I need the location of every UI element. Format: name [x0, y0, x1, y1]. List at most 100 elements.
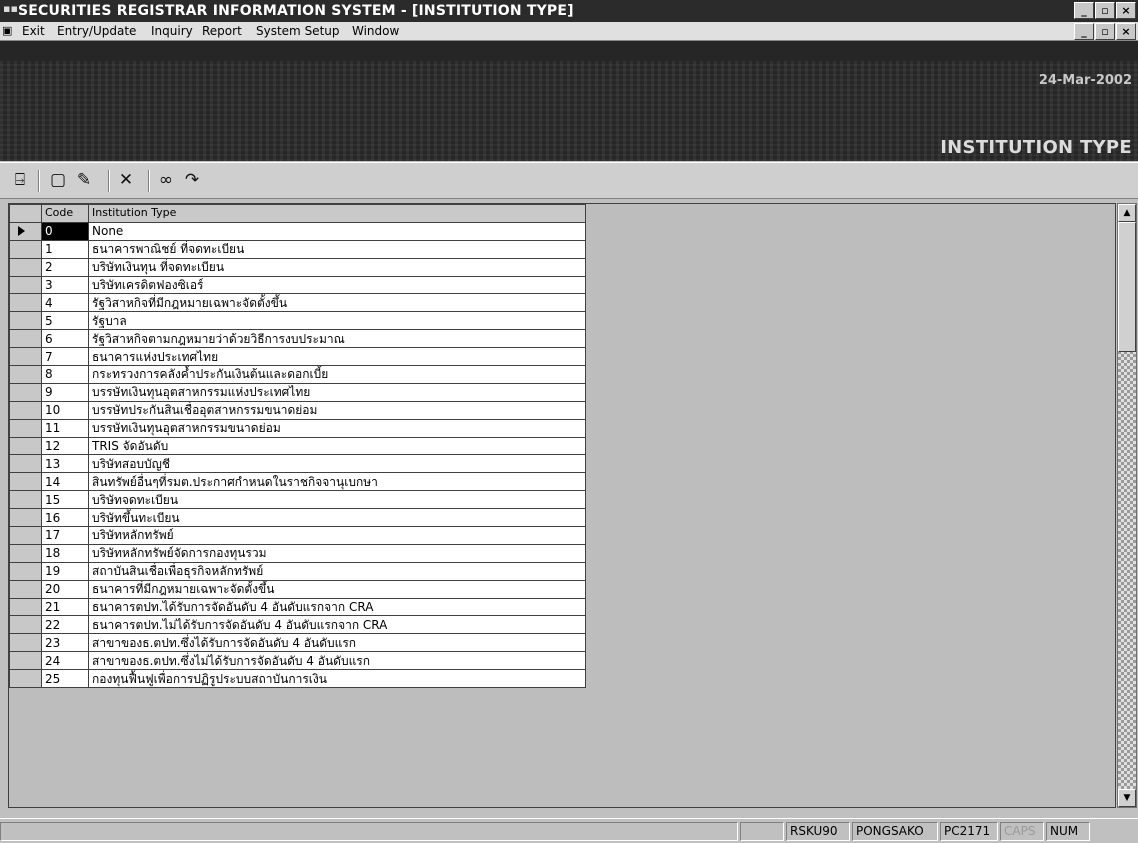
table-row[interactable]: 24 สาขาของธ.ตปท.ซึ่งไม่ได้รับการจัดอันดับ…	[9, 651, 586, 671]
delete-x-icon[interactable]: ✕	[114, 169, 138, 191]
scroll-down-icon[interactable]: ▼	[1118, 789, 1136, 807]
find-next-arrow-icon[interactable]: ↷	[180, 169, 204, 191]
institution-type-cell[interactable]: สาขาของธ.ตปท.ซึ่งไม่ได้รับการจัดอันดับ 4…	[88, 651, 586, 671]
row-indicator[interactable]	[9, 436, 42, 456]
table-row[interactable]: 15 บริษัทจดทะเบียน	[9, 490, 586, 510]
row-indicator[interactable]	[9, 400, 42, 420]
row-indicator[interactable]	[9, 454, 42, 474]
table-row[interactable]: 23 สาขาของธ.ตปท.ซึ่งได้รับการจัดอันดับ 4 …	[9, 633, 586, 653]
code-cell[interactable]: 22	[41, 615, 89, 635]
table-row[interactable]: 17 บริษัทหลักทรัพย์	[9, 526, 586, 545]
menu-system-setup[interactable]: System Setup	[256, 22, 340, 40]
code-cell[interactable]: 24	[41, 651, 89, 671]
menu-entry-update[interactable]: Entry/Update	[57, 22, 136, 40]
code-cell[interactable]: 18	[41, 543, 89, 563]
table-row[interactable]: 10 บรรษัทประกันสินเชื่ออุตสาหกรรมขนาดย่อม	[9, 400, 586, 420]
institution-type-cell[interactable]: กองทุนฟื้นฟูเพื่อการปฏิรูประบบสถาบันการเ…	[88, 669, 586, 689]
institution-type-cell[interactable]: บริษัทจดทะเบียน	[88, 490, 586, 510]
institution-type-cell[interactable]: ธนาคารพาณิชย์ ที่จดทะเบียน	[88, 239, 586, 259]
row-indicator[interactable]	[9, 633, 42, 653]
code-cell[interactable]: 4	[41, 293, 89, 313]
row-indicator[interactable]	[9, 490, 42, 510]
row-indicator[interactable]	[9, 669, 42, 689]
code-cell[interactable]: 6	[41, 329, 89, 349]
table-row[interactable]: 3 บริษัทเครดิตฟองซิเอร์	[9, 275, 586, 295]
row-indicator[interactable]	[9, 311, 42, 331]
institution-type-cell[interactable]: สินทรัพย์อื่นๆที่รมต.ประกาศกำหนดในราชกิจ…	[88, 472, 586, 492]
code-cell[interactable]: 23	[41, 633, 89, 653]
row-indicator[interactable]	[9, 382, 42, 402]
institution-type-cell[interactable]: บริษัทสอบบัญชี	[88, 454, 586, 474]
institution-type-cell[interactable]: None	[88, 221, 586, 241]
table-row[interactable]: 14 สินทรัพย์อื่นๆที่รมต.ประกาศกำหนดในราชก…	[9, 472, 586, 492]
institution-type-cell[interactable]: ธนาคารตปท.ได้รับการจัดอันดับ 4 อันดับแรก…	[88, 597, 586, 617]
row-indicator[interactable]	[9, 526, 42, 545]
table-row[interactable]: 1 ธนาคารพาณิชย์ ที่จดทะเบียน	[9, 239, 586, 259]
code-cell[interactable]: 17	[41, 526, 89, 545]
institution-type-cell[interactable]: สถาบันสินเชื่อเพื่อธุรกิจหลักทรัพย์	[88, 561, 586, 581]
institution-type-cell[interactable]: บริษัทขึ้นทะเบียน	[88, 508, 586, 528]
row-indicator[interactable]	[9, 239, 42, 259]
row-indicator[interactable]	[9, 275, 42, 295]
code-cell[interactable]: 12	[41, 436, 89, 456]
menu-window[interactable]: Window	[352, 22, 399, 40]
code-cell[interactable]: 13	[41, 454, 89, 474]
row-indicator[interactable]	[9, 257, 42, 277]
scroll-up-icon[interactable]: ▲	[1118, 204, 1136, 222]
close-button[interactable]: ×	[1116, 2, 1136, 19]
table-row[interactable]: 2 บริษัทเงินทุน ที่จดทะเบียน	[9, 257, 586, 277]
row-indicator[interactable]	[9, 597, 42, 617]
institution-type-cell[interactable]: กระทรวงการคลังค้ำประกันเงินต้นและดอกเบี้…	[88, 365, 586, 384]
table-row[interactable]: 4 รัฐวิสาหกิจที่มีกฎหมายเฉพาะจัดตั้งขึ้น	[9, 293, 586, 313]
minimize-button[interactable]: _	[1074, 2, 1094, 19]
table-row[interactable]: 13 บริษัทสอบบัญชี	[9, 454, 586, 474]
code-cell[interactable]: 3	[41, 275, 89, 295]
row-indicator[interactable]	[9, 615, 42, 635]
row-indicator[interactable]	[9, 651, 42, 671]
institution-type-cell[interactable]: บรรษัทประกันสินเชื่ออุตสาหกรรมขนาดย่อม	[88, 400, 586, 420]
institution-type-cell[interactable]: บริษัทเงินทุน ที่จดทะเบียน	[88, 257, 586, 277]
institution-type-cell[interactable]: ธนาคารที่มีกฎหมายเฉพาะจัดตั้งขึ้น	[88, 579, 586, 599]
code-cell[interactable]: 5	[41, 311, 89, 331]
table-row[interactable]: 7 ธนาคารแห่งประเทศไทย	[9, 347, 586, 367]
code-cell[interactable]: 15	[41, 490, 89, 510]
table-row[interactable]: 12 TRIS จัดอันดับ	[9, 436, 586, 456]
menu-inquiry[interactable]: Inquiry	[151, 22, 193, 40]
row-indicator[interactable]	[9, 221, 42, 241]
child-close-button[interactable]: ×	[1116, 23, 1136, 40]
institution-type-cell[interactable]: บริษัทหลักทรัพย์	[88, 526, 586, 545]
code-cell[interactable]: 19	[41, 561, 89, 581]
child-restore-button[interactable]: ▫	[1095, 23, 1115, 40]
code-cell[interactable]: 7	[41, 347, 89, 367]
column-header-code[interactable]: Code	[41, 204, 89, 223]
row-indicator[interactable]	[9, 418, 42, 438]
row-indicator[interactable]	[9, 472, 42, 492]
mdi-document-icon[interactable]: ▣	[2, 25, 12, 37]
code-cell[interactable]: 11	[41, 418, 89, 438]
institution-type-cell[interactable]: บรรษัทเงินทุนอุตสาหกรรมขนาดย่อม	[88, 418, 586, 438]
institution-type-cell[interactable]: TRIS จัดอันดับ	[88, 436, 586, 456]
table-row[interactable]: 8 กระทรวงการคลังค้ำประกันเงินต้นและดอกเบี…	[9, 365, 586, 384]
table-row[interactable]: 20 ธนาคารที่มีกฎหมายเฉพาะจัดตั้งขึ้น	[9, 579, 586, 599]
table-row[interactable]: 11 บรรษัทเงินทุนอุตสาหกรรมขนาดย่อม	[9, 418, 586, 438]
table-row[interactable]: 19 สถาบันสินเชื่อเพื่อธุรกิจหลักทรัพย์	[9, 561, 586, 581]
code-cell[interactable]: 25	[41, 669, 89, 689]
restore-button[interactable]: ▫	[1095, 2, 1115, 19]
code-cell[interactable]: 10	[41, 400, 89, 420]
table-row[interactable]: 18 บริษัทหลักทรัพย์จัดการกองทุนรวม	[9, 543, 586, 563]
code-cell[interactable]: 1	[41, 239, 89, 259]
row-indicator[interactable]	[9, 347, 42, 367]
vertical-scrollbar[interactable]: ▲ ▼	[1117, 203, 1137, 808]
code-cell[interactable]: 21	[41, 597, 89, 617]
table-row[interactable]: 21 ธนาคารตปท.ได้รับการจัดอันดับ 4 อันดับแ…	[9, 597, 586, 617]
code-cell[interactable]: 8	[41, 365, 89, 384]
find-binoculars-icon[interactable]: ∞	[154, 169, 178, 191]
institution-type-cell[interactable]: สาขาของธ.ตปท.ซึ่งได้รับการจัดอันดับ 4 อั…	[88, 633, 586, 653]
new-record-icon[interactable]: ▢	[46, 169, 70, 191]
table-row[interactable]: 16 บริษัทขึ้นทะเบียน	[9, 508, 586, 528]
institution-type-cell[interactable]: รัฐวิสาหกิจที่มีกฎหมายเฉพาะจัดตั้งขึ้น	[88, 293, 586, 313]
institution-type-cell[interactable]: ธนาคารแห่งประเทศไทย	[88, 347, 586, 367]
institution-type-cell[interactable]: บริษัทเครดิตฟองซิเอร์	[88, 275, 586, 295]
child-minimize-button[interactable]: _	[1074, 23, 1094, 40]
institution-type-cell[interactable]: ธนาคารตปท.ไม่ได้รับการจัดอันดับ 4 อันดับ…	[88, 615, 586, 635]
